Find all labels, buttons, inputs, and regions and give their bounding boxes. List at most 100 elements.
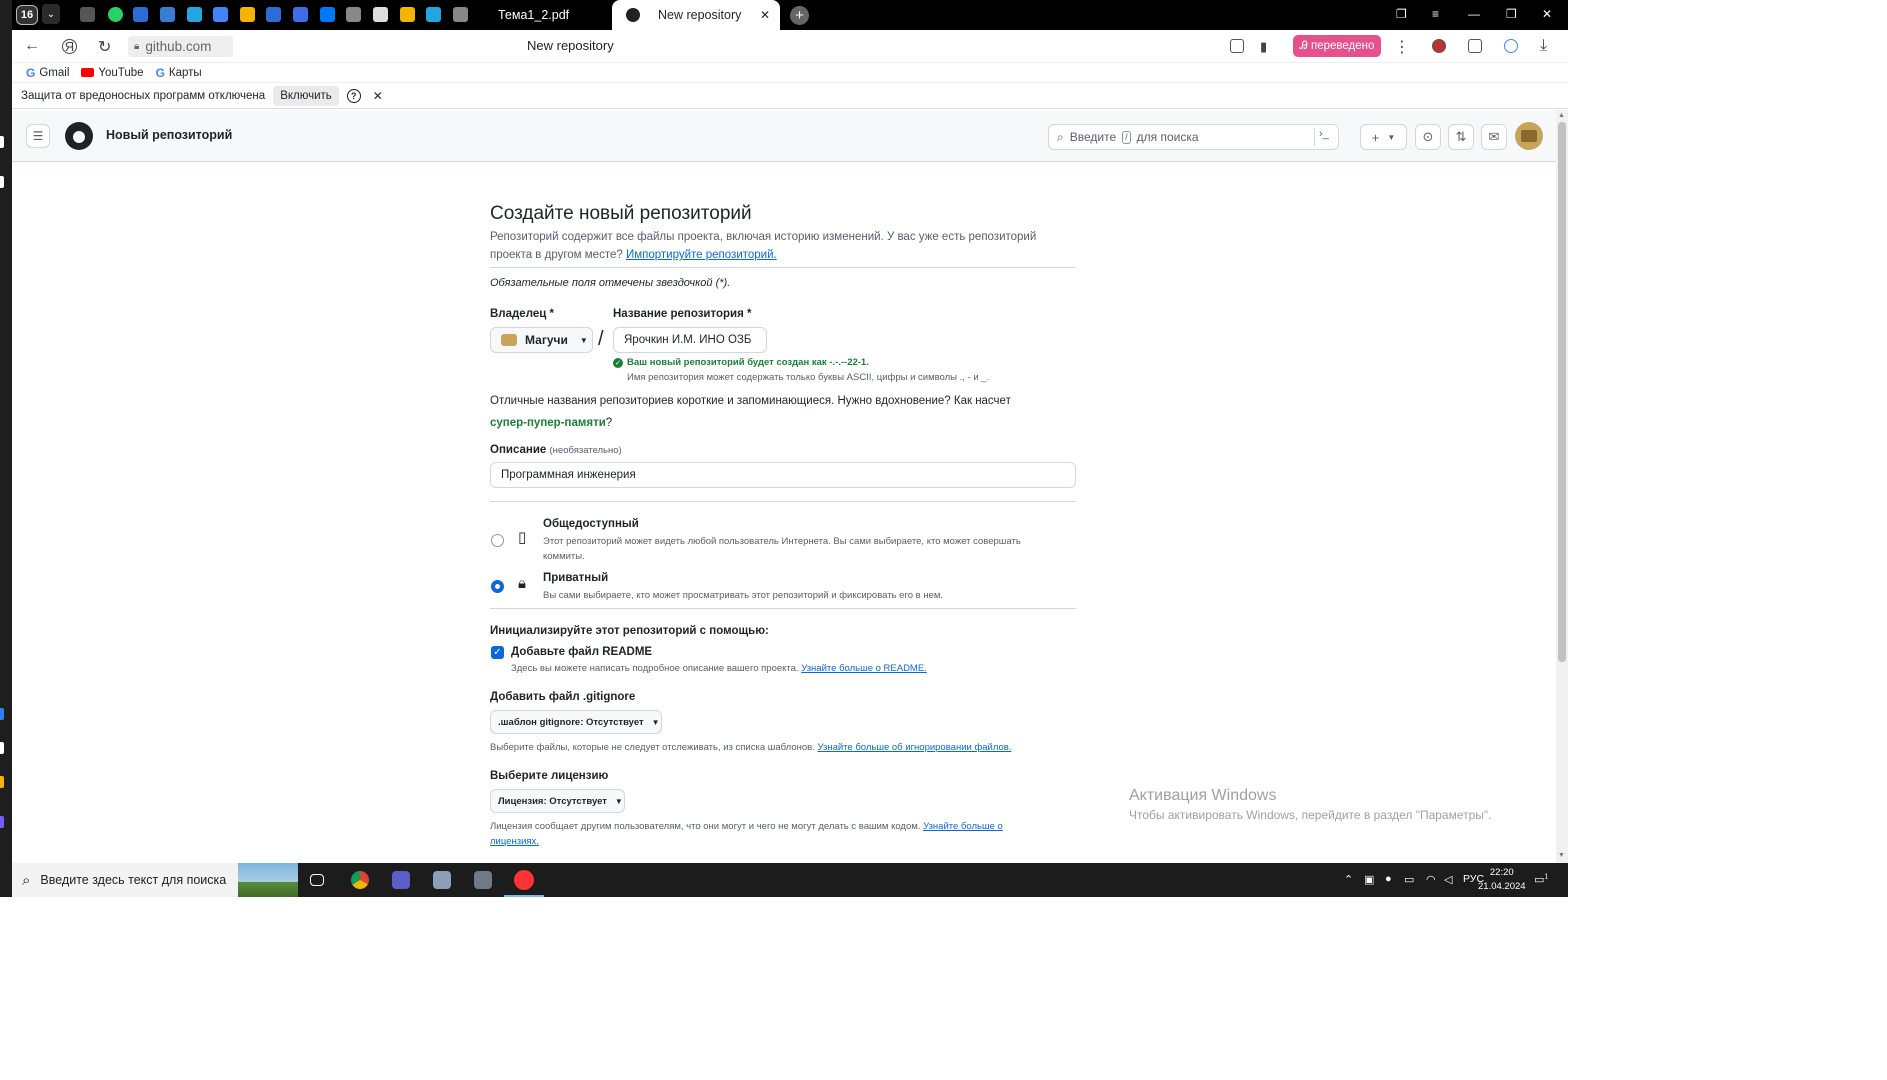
collections-icon[interactable]: ❐: [1396, 7, 1407, 21]
public-description: Этот репозиторий может видеть любой поль…: [543, 536, 1021, 562]
document-icon[interactable]: [373, 7, 388, 22]
description-input[interactable]: Программная инженерия: [490, 462, 1076, 488]
page-scrollbar[interactable]: ▲ ▼: [1556, 110, 1568, 863]
user-avatar[interactable]: [1515, 122, 1543, 150]
address-bar-row: ← Я ↻ 🔒︎ github.com New repository ▮ Ꭿпе…: [12, 30, 1568, 63]
pinned-tab-icon[interactable]: [187, 7, 202, 22]
scrollbar-thumb[interactable]: [1558, 122, 1566, 662]
public-radio[interactable]: [491, 534, 504, 547]
app-icon[interactable]: [433, 871, 451, 889]
command-palette-icon[interactable]: ›_: [1314, 128, 1332, 146]
pull-requests-icon[interactable]: ⇅: [1448, 124, 1474, 150]
taskbar-search[interactable]: ⌕ Введите здесь текст для поиска: [12, 863, 298, 897]
plus-icon: +: [1371, 129, 1380, 145]
readme-checkbox[interactable]: ✓: [491, 646, 504, 659]
pinned-tab-icon[interactable]: [266, 7, 281, 22]
close-tab-icon[interactable]: ✕: [760, 8, 770, 22]
close-window-icon[interactable]: ✕: [1542, 7, 1552, 21]
divider: [490, 267, 1076, 268]
tabs-dropdown-button[interactable]: ⌄: [42, 4, 60, 24]
reload-icon[interactable]: ↻: [98, 37, 111, 57]
restore-icon[interactable]: ❐: [1506, 7, 1517, 21]
inspiration-end: ?: [605, 417, 613, 429]
url-field[interactable]: 🔒︎ github.com: [128, 36, 233, 57]
owner-repo-separator: /: [598, 328, 604, 350]
bookmark-youtube[interactable]: YouTube: [81, 67, 144, 79]
private-radio[interactable]: [491, 580, 504, 593]
help-icon[interactable]: ?: [346, 89, 361, 103]
tab-count-button[interactable]: 16: [16, 5, 38, 25]
profile-icon[interactable]: [1504, 39, 1518, 53]
tab-new-repository[interactable]: New repository ✕: [612, 0, 780, 30]
teams-icon[interactable]: [392, 871, 410, 889]
readme-hint: Здесь вы можете написать подробное описа…: [511, 663, 927, 674]
repo-name-input[interactable]: Ярочкин И.М. ИНО ОЗБ: [613, 327, 767, 353]
enable-protection-button[interactable]: Включить: [273, 86, 339, 106]
search-icon: ⌕: [1057, 129, 1064, 144]
pinned-tab-icon[interactable]: [80, 7, 95, 22]
drive-icon[interactable]: [240, 7, 255, 22]
search-input[interactable]: ⌕ Введите / для поиска ›_: [1048, 124, 1339, 150]
tab-pdf[interactable]: Тема1_2.pdf: [486, 0, 606, 30]
task-view-icon[interactable]: [310, 874, 324, 886]
menu-icon[interactable]: ≡: [1432, 7, 1439, 21]
scroll-down-icon[interactable]: ▼: [1558, 852, 1565, 859]
chevron-up-icon[interactable]: ⌃: [1344, 873, 1353, 886]
wifi-icon[interactable]: ◠: [1426, 873, 1436, 886]
scroll-up-icon[interactable]: ▲: [1558, 112, 1565, 119]
github-logo-icon[interactable]: [65, 122, 93, 150]
notifications-icon[interactable]: ▭1: [1534, 873, 1548, 886]
yandex-browser-icon[interactable]: [514, 870, 534, 890]
calculator-icon[interactable]: [474, 871, 492, 889]
description-label: Описание (необязательно): [490, 444, 622, 456]
name-suggestion-link[interactable]: супер-пупер-памяти: [490, 417, 606, 429]
extension-icon[interactable]: [1432, 39, 1446, 53]
bank-icon[interactable]: [346, 7, 361, 22]
minimize-icon[interactable]: —: [1468, 7, 1480, 21]
infobar-text: Защита от вредоносных программ отключена: [21, 90, 266, 102]
pinned-tab-icon[interactable]: [133, 7, 148, 22]
bookmark-icon[interactable]: ▮: [1260, 39, 1267, 55]
new-tab-button[interactable]: +: [790, 6, 809, 25]
bookmark-gmail[interactable]: G Gmail: [26, 66, 69, 80]
bookmark-maps[interactable]: G Карты: [156, 66, 202, 80]
create-new-button[interactable]: + ▼: [1360, 124, 1407, 150]
search-placeholder: Введите: [1069, 130, 1117, 144]
vk-icon[interactable]: [320, 7, 335, 22]
gitignore-template-select[interactable]: .шаблон gitignore: Отсутствует ▼: [490, 710, 662, 734]
translated-badge[interactable]: Ꭿпереведено: [1293, 35, 1381, 57]
download-icon[interactable]: ⤓: [1540, 37, 1547, 55]
close-icon[interactable]: ✕: [373, 89, 383, 103]
inbox-icon[interactable]: ✉: [1481, 124, 1507, 150]
license-select[interactable]: Лицензия: Отсутствует ▼: [490, 789, 625, 813]
back-icon[interactable]: ←: [24, 37, 40, 55]
pinned-tab-icon[interactable]: [426, 7, 441, 22]
yandex-icon[interactable]: Я: [62, 39, 77, 54]
readme-learn-more-link[interactable]: Узнайте больше о README.: [801, 663, 927, 674]
translate-icon[interactable]: [1230, 39, 1244, 53]
chrome-icon[interactable]: [351, 871, 369, 889]
lock-icon: 🔒︎: [134, 41, 140, 52]
volume-icon[interactable]: ◁: [1444, 873, 1452, 886]
network-icon[interactable]: ▭: [1404, 873, 1414, 886]
whatsapp-icon[interactable]: [108, 7, 123, 22]
microphone-icon[interactable]: ●: [1385, 873, 1392, 885]
watermark-text: Чтобы активировать Windows, перейдите в …: [1129, 808, 1492, 822]
camera-icon[interactable]: ▣: [1364, 873, 1374, 886]
bookmarks-bar: G Gmail YouTube G Карты: [12, 63, 1568, 83]
bank-icon[interactable]: [453, 7, 468, 22]
more-icon[interactable]: ⋮: [1394, 37, 1410, 57]
issues-icon[interactable]: ⊙: [1415, 124, 1441, 150]
docs-icon[interactable]: [213, 7, 228, 22]
drive-icon[interactable]: [400, 7, 415, 22]
readme-label[interactable]: Добавьте файл README: [511, 646, 652, 658]
pinned-tab-icon[interactable]: [293, 7, 308, 22]
collections-icon[interactable]: [1468, 39, 1482, 53]
owner-select[interactable]: Магучи ▼: [490, 327, 593, 353]
gitignore-learn-more-link[interactable]: Узнайте больше об игнорировании файлов.: [817, 742, 1011, 753]
import-repository-link[interactable]: Импортируйте репозиторий.: [626, 249, 777, 261]
mail-icon[interactable]: [160, 7, 175, 22]
clock[interactable]: 22:20 21.04.2024: [1478, 866, 1526, 894]
notification-count: 1: [1544, 873, 1549, 881]
menu-icon[interactable]: ☰: [26, 124, 50, 148]
